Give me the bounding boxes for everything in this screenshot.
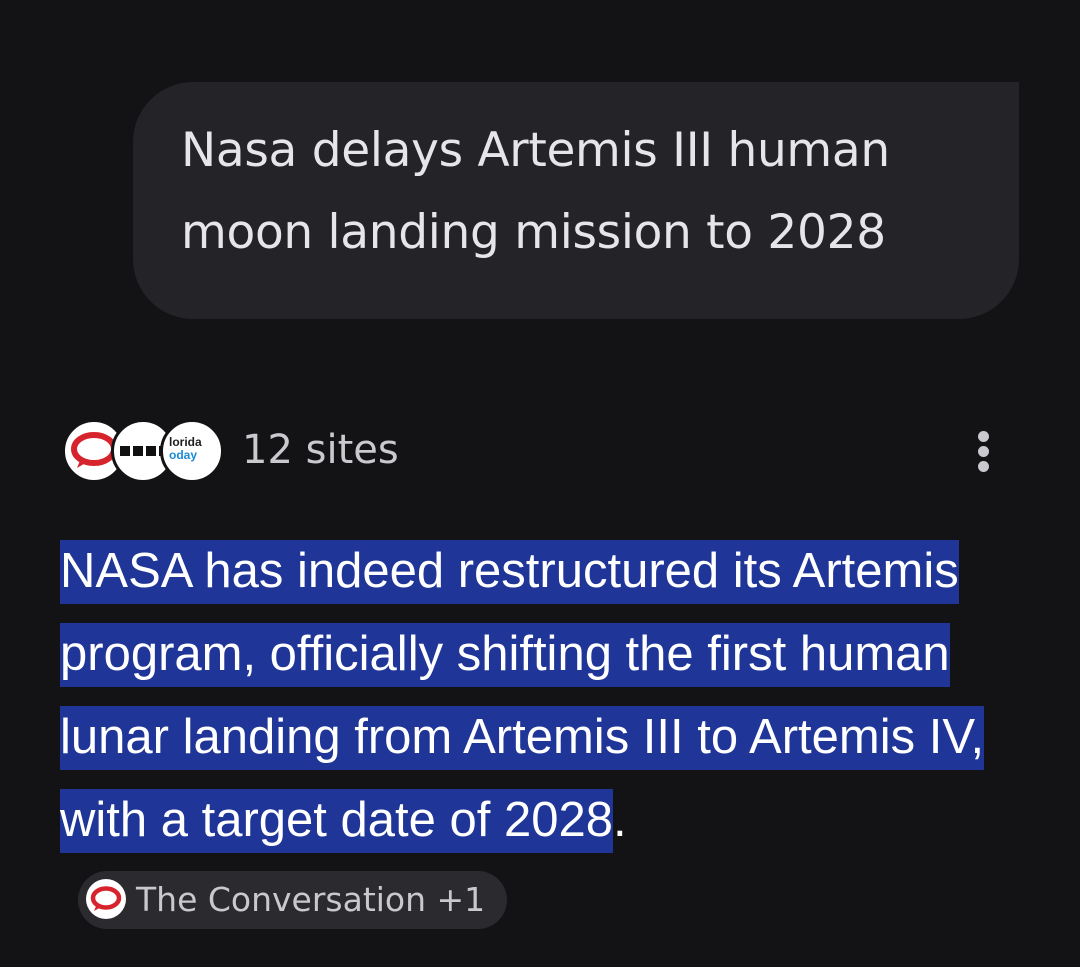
citation-chip[interactable]: The Conversation +1 xyxy=(78,871,508,930)
the-conversation-icon xyxy=(86,878,126,919)
user-query-text: Nasa delays Artemis III human moon landi… xyxy=(181,123,890,260)
more-options-icon[interactable] xyxy=(970,425,998,473)
answer-period: . xyxy=(613,793,627,847)
user-query-bubble[interactable]: Nasa delays Artemis III human moon landi… xyxy=(133,82,1019,319)
sources-count[interactable]: 12 sites xyxy=(242,425,399,475)
sources-row[interactable]: lorida oday 12 sites xyxy=(62,417,1022,483)
answer-page: Nasa delays Artemis III human moon landi… xyxy=(0,0,1080,967)
answer-paragraph: NASA has indeed restructured its Artemis… xyxy=(60,530,1040,945)
selected-answer-text[interactable]: NASA has indeed restructured its Artemis… xyxy=(60,540,985,853)
citation-label: The Conversation +1 xyxy=(136,880,486,920)
florida-today-icon: lorida oday xyxy=(160,419,224,483)
